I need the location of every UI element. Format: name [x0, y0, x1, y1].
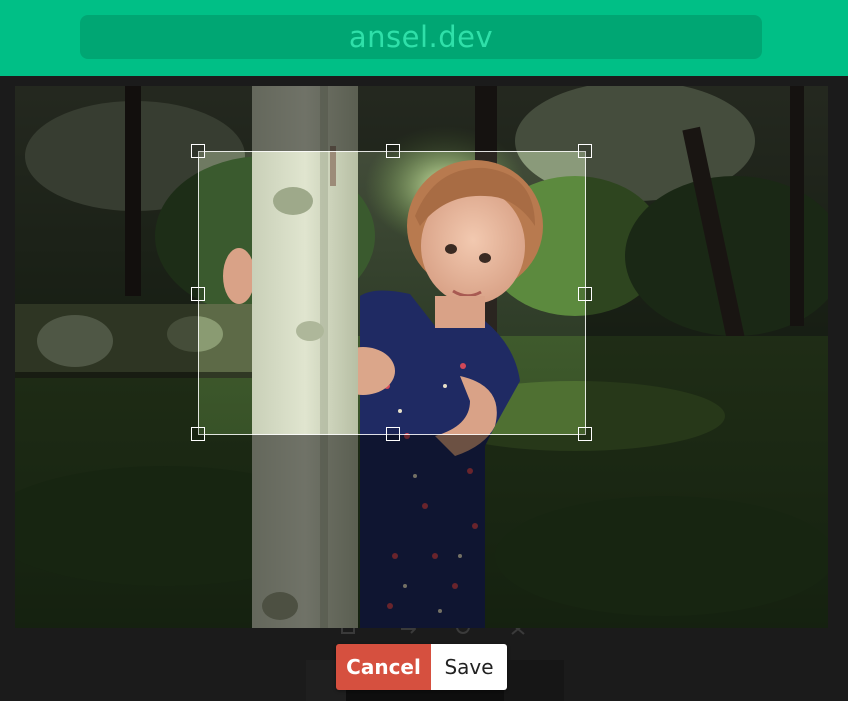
- url-text: ansel.dev: [348, 20, 494, 54]
- image-canvas[interactable]: [15, 86, 828, 628]
- crop-handle-top-left[interactable]: [191, 144, 205, 158]
- thumbnail[interactable]: [504, 660, 564, 701]
- editor-toolbar: [0, 628, 848, 640]
- crop-handle-bottom-right[interactable]: [578, 427, 592, 441]
- cancel-button[interactable]: Cancel: [336, 644, 431, 690]
- crop-icon[interactable]: [340, 628, 356, 636]
- crop-handle-top-right[interactable]: [578, 144, 592, 158]
- url-field[interactable]: ansel.dev: [80, 15, 762, 59]
- crop-handle-left[interactable]: [191, 287, 205, 301]
- address-bar: ansel.dev: [0, 0, 848, 76]
- resize-icon[interactable]: [510, 628, 526, 636]
- save-button[interactable]: Save: [431, 644, 507, 690]
- crop-handle-top[interactable]: [386, 144, 400, 158]
- crop-handle-bottom[interactable]: [386, 427, 400, 441]
- crop-handle-right[interactable]: [578, 287, 592, 301]
- flip-icon[interactable]: [400, 628, 417, 636]
- crop-actions: Cancel Save: [336, 644, 507, 690]
- rotate-icon[interactable]: [455, 628, 471, 636]
- crop-selection[interactable]: [191, 144, 592, 441]
- crop-handle-bottom-left[interactable]: [191, 427, 205, 441]
